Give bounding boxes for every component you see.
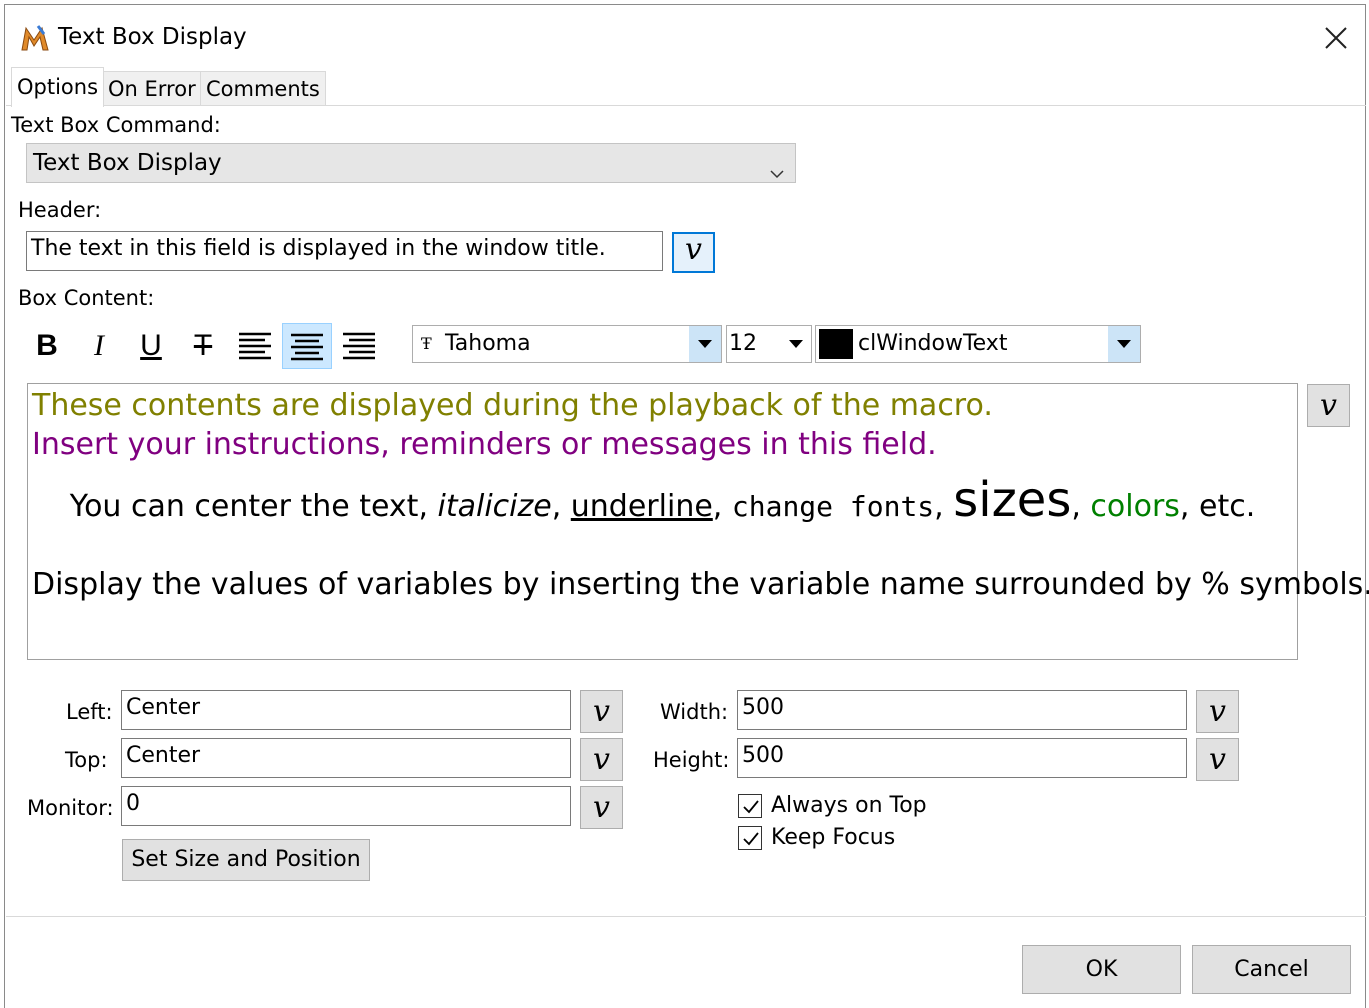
keep-focus-checkbox[interactable]: [738, 826, 762, 850]
cancel-button[interactable]: Cancel: [1192, 945, 1351, 994]
left-variable-button[interactable]: v: [580, 690, 623, 733]
content-size-sample: sizes: [953, 472, 1072, 528]
content-line-1: These contents are displayed during the …: [32, 388, 993, 423]
dropdown-arrow-icon: [781, 326, 811, 362]
keep-focus-label[interactable]: Keep Focus: [771, 825, 895, 850]
align-right-icon: [343, 332, 375, 360]
height-variable-button[interactable]: v: [1196, 738, 1239, 781]
header-label: Header:: [18, 198, 102, 222]
monitor-variable-button[interactable]: v: [580, 786, 623, 829]
content-line-4: Display the values of variables by inser…: [32, 567, 1369, 602]
top-input[interactable]: Center: [121, 738, 571, 778]
width-variable-button[interactable]: v: [1196, 690, 1239, 733]
window-title: Text Box Display: [58, 24, 247, 50]
command-label: Text Box Command:: [11, 113, 221, 137]
content-separator: ,: [712, 489, 732, 524]
left-input[interactable]: Center: [121, 690, 571, 730]
macro-app-icon: [20, 24, 52, 54]
always-on-top-checkbox[interactable]: [738, 794, 762, 818]
align-left-icon: [239, 332, 271, 360]
align-left-button[interactable]: [230, 323, 280, 369]
tab-comments[interactable]: Comments: [200, 71, 326, 105]
content-font-sample: change fonts: [731, 490, 935, 523]
font-size-value: 12: [729, 331, 757, 356]
align-center-icon: [291, 333, 323, 361]
font-select[interactable]: Ŧ Tahoma: [412, 325, 722, 363]
set-size-position-button[interactable]: Set Size and Position: [122, 839, 370, 881]
content-separator: , etc.: [1179, 489, 1256, 524]
underline-button[interactable]: U: [126, 323, 176, 369]
content-color-sample: colors: [1090, 489, 1180, 524]
color-swatch: [819, 329, 853, 359]
content-line-3: You can center the text, italicize, unde…: [28, 472, 1297, 528]
width-input[interactable]: 500: [737, 690, 1187, 730]
always-on-top-label[interactable]: Always on Top: [771, 793, 927, 818]
monitor-label: Monitor:: [27, 796, 114, 820]
align-center-button[interactable]: [282, 323, 332, 369]
monitor-input[interactable]: 0: [121, 786, 571, 826]
content-underline-sample: underline: [570, 489, 713, 524]
content-line-2: Insert your instructions, reminders or m…: [32, 427, 937, 462]
width-label: Width:: [660, 700, 729, 724]
content-variable-button[interactable]: v: [1307, 384, 1350, 427]
ok-button[interactable]: OK: [1022, 945, 1181, 994]
color-select[interactable]: clWindowText: [815, 325, 1141, 363]
bold-button[interactable]: B: [22, 323, 72, 369]
checkmark-icon: [743, 800, 759, 814]
content-separator: ,: [934, 489, 954, 524]
content-separator: ,: [1071, 489, 1091, 524]
height-label: Height:: [653, 748, 730, 772]
command-select[interactable]: Text Box Display: [26, 143, 796, 183]
tab-on-error[interactable]: On Error: [102, 71, 202, 105]
left-label: Left:: [66, 700, 113, 724]
box-content-label: Box Content:: [18, 286, 155, 310]
font-size-select[interactable]: 12: [726, 325, 812, 363]
content-separator: ,: [551, 489, 571, 524]
box-content-editor[interactable]: These contents are displayed during the …: [27, 383, 1369, 660]
checkmark-icon: [743, 832, 759, 846]
italic-button[interactable]: I: [74, 323, 124, 369]
align-right-button[interactable]: [334, 323, 384, 369]
close-icon[interactable]: [1322, 24, 1350, 52]
tab-options[interactable]: Options: [11, 67, 105, 107]
dropdown-arrow-icon: [689, 326, 721, 362]
chevron-down-icon: [769, 154, 785, 192]
content-italic-sample: italicize: [437, 489, 552, 524]
content-line-3-text: You can center the text,: [69, 489, 438, 524]
font-select-value: Tahoma: [445, 331, 531, 356]
command-select-value: Text Box Display: [33, 150, 222, 176]
top-variable-button[interactable]: v: [580, 738, 623, 781]
truetype-font-icon: Ŧ: [421, 334, 432, 353]
height-input[interactable]: 500: [737, 738, 1187, 778]
color-select-value: clWindowText: [858, 331, 1008, 356]
header-variable-button[interactable]: v: [672, 232, 715, 273]
dropdown-arrow-icon: [1108, 326, 1140, 362]
strikethrough-button[interactable]: T: [178, 323, 228, 369]
top-label: Top:: [65, 748, 108, 772]
header-input[interactable]: The text in this field is displayed in t…: [26, 231, 663, 271]
